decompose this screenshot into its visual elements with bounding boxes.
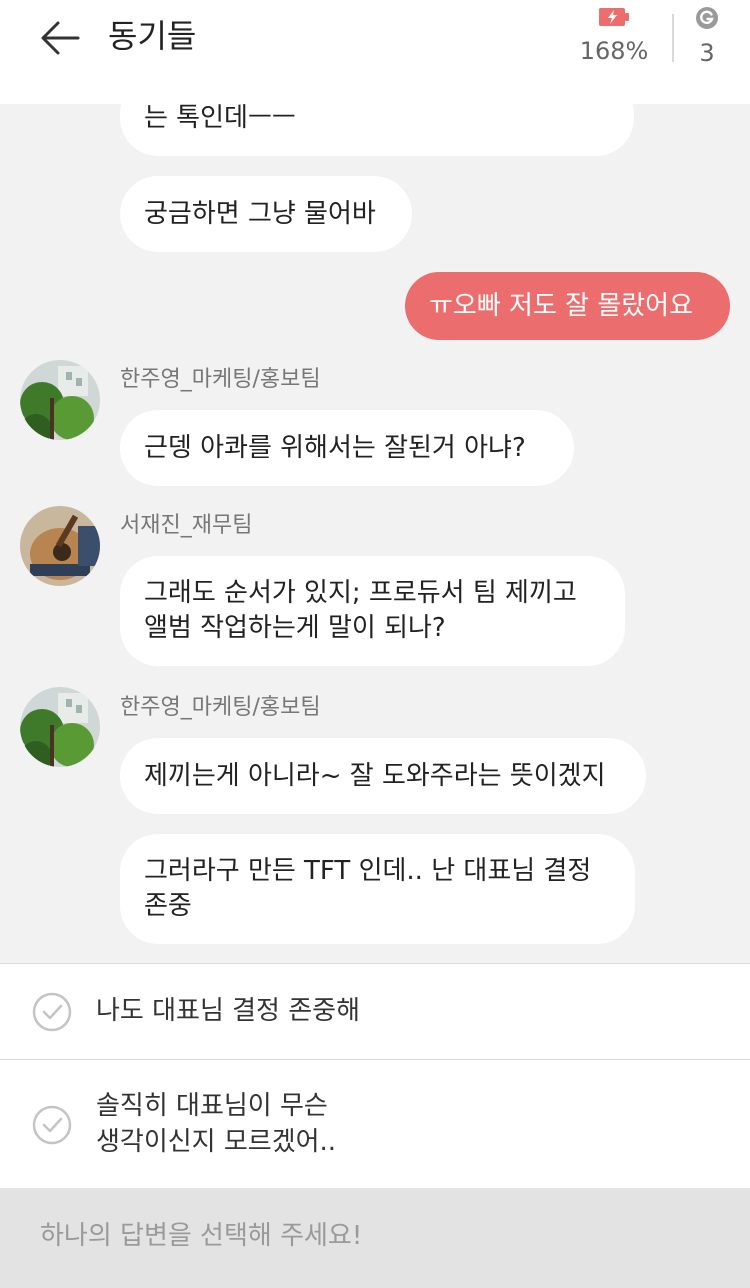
back-arrow-icon[interactable]: [38, 18, 82, 58]
message-bubble: 근뎅 아콰를 위해서는 잘된거 아냐?: [120, 410, 574, 486]
battery-stat: 168%: [578, 6, 650, 66]
coin-value: 3: [699, 39, 715, 67]
answer-hint-bar: 하나의 답변을 선택해 주세요!: [0, 1188, 750, 1288]
avatar[interactable]: [20, 687, 100, 767]
sender-name: 한주영_마케팅/홍보팀: [120, 367, 321, 392]
sender-name: 한주영_마케팅/홍보팀: [120, 695, 321, 720]
message-bubble: 그러라구 만든 TFT 인데.. 난 대표님 결정 존중: [120, 834, 635, 944]
chat-area[interactable]: 는 톡인데ㅡㅡ 궁금하면 그냥 물어바 ㅠ오빠 저도 잘 몰랐어요 한주영_마케…: [0, 76, 750, 964]
chat-title: 동기들: [108, 17, 197, 55]
coin-stat: 3: [688, 6, 726, 68]
choice-text: 솔직히 대표님이 무슨 생각이신지 모르겠어..: [96, 1091, 337, 1157]
choice-text: 나도 대표님 결정 존중해: [96, 996, 360, 1026]
message-bubble: 제끼는게 아니라~ 잘 도와주라는 뜻이겠지: [120, 738, 646, 814]
header-divider: [672, 14, 674, 62]
my-message-bubble: ㅠ오빠 저도 잘 몰랐어요: [405, 272, 730, 340]
app-header: 동기들 168% 3: [0, 0, 750, 104]
avatar[interactable]: [20, 360, 100, 440]
message-bubble: 궁금하면 그냥 물어바: [120, 176, 412, 252]
answer-choice[interactable]: 나도 대표님 결정 존중해: [0, 963, 750, 1059]
sender-name: 서재진_재무팀: [120, 513, 253, 538]
g-coin-icon: [696, 7, 718, 29]
avatar[interactable]: [20, 506, 100, 586]
message-bubble: 그래도 순서가 있지; 프로듀서 팀 제끼고 앨범 작업하는게 말이 되나?: [120, 556, 625, 666]
check-circle-icon: [32, 1105, 72, 1145]
battery-value: 168%: [579, 37, 649, 65]
battery-charging-icon: [599, 8, 629, 26]
check-circle-icon: [32, 992, 72, 1032]
answer-choice[interactable]: 솔직히 대표님이 무슨 생각이신지 모르겠어..: [0, 1059, 750, 1188]
answer-hint: 하나의 답변을 선택해 주세요!: [40, 1221, 363, 1251]
